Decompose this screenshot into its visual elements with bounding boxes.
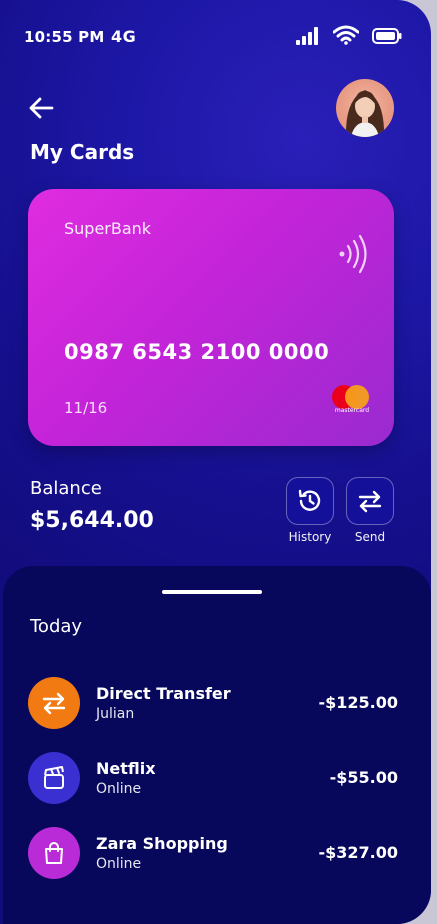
transaction-amount: -$327.00 <box>318 843 398 862</box>
transaction-row[interactable]: Direct Transfer Julian -$125.00 <box>28 677 408 729</box>
history-icon <box>298 489 321 511</box>
signal-icon <box>296 27 318 45</box>
status-bar: 10:55 PM 4G <box>0 0 431 72</box>
contactless-icon <box>339 234 367 274</box>
status-time: 10:55 PM <box>24 28 105 46</box>
back-arrow-icon[interactable] <box>28 95 54 121</box>
transaction-subtitle: Julian <box>96 706 135 722</box>
transaction-title: Zara Shopping <box>96 834 228 853</box>
sheet-drag-handle[interactable] <box>162 590 262 594</box>
wifi-icon <box>333 25 359 45</box>
network-type: 4G <box>111 27 137 46</box>
balance-value: $5,644.00 <box>30 508 154 533</box>
transaction-title: Netflix <box>96 759 156 778</box>
page-title: My Cards <box>30 140 135 164</box>
bank-card[interactable]: SuperBank 0987 6543 2100 0000 11/16 mast… <box>28 189 394 446</box>
send-label: Send <box>354 530 386 544</box>
transaction-subtitle: Online <box>96 781 142 797</box>
battery-icon <box>372 28 402 44</box>
history-label: History <box>288 530 332 544</box>
card-number: 0987 6543 2100 0000 <box>64 340 330 364</box>
phone-screen: 10:55 PM 4G My Cards SuperBank 0987 6543… <box>0 0 431 924</box>
clapperboard-icon <box>28 752 80 804</box>
transaction-amount: -$55.00 <box>329 768 398 787</box>
transfer-icon <box>358 490 382 513</box>
balance-label: Balance <box>30 478 102 499</box>
transaction-title: Direct Transfer <box>96 684 231 703</box>
section-title: Today <box>30 616 83 637</box>
history-button[interactable] <box>286 477 334 525</box>
mastercard-logo: mastercard <box>332 385 372 417</box>
transactions-sheet: Today Direct Transfer Julian -$125.00 Ne <box>3 566 431 924</box>
transaction-amount: -$125.00 <box>318 693 398 712</box>
send-button[interactable] <box>346 477 394 525</box>
transaction-subtitle: Online <box>96 856 142 872</box>
transaction-row[interactable]: Netflix Online -$55.00 <box>28 752 408 804</box>
profile-photo-icon <box>345 90 385 137</box>
shopping-bag-icon <box>28 827 80 879</box>
card-bank-name: SuperBank <box>64 219 152 238</box>
transfer-icon <box>28 677 80 729</box>
avatar[interactable] <box>336 79 394 137</box>
transaction-row[interactable]: Zara Shopping Online -$327.00 <box>28 827 408 879</box>
card-expiry: 11/16 <box>64 399 108 417</box>
